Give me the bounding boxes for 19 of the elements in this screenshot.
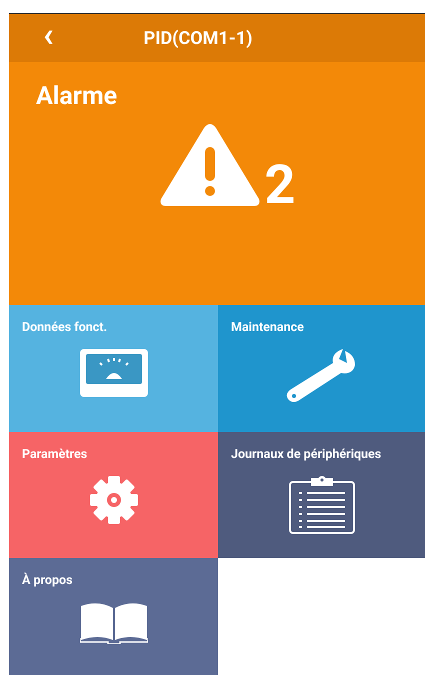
tile-label: Données fonct.: [22, 320, 108, 335]
alarm-count: 2: [264, 159, 296, 213]
menu-tile[interactable]: Données fonct.: [9, 305, 218, 432]
alarm-panel[interactable]: Alarme 2: [9, 62, 425, 305]
page-title: PID(COM1-1): [144, 28, 252, 48]
menu-tile[interactable]: Paramètres: [9, 432, 218, 558]
menu-tile[interactable]: Maintenance: [218, 305, 425, 432]
tile-label: À propos: [22, 573, 72, 588]
alarm-label: Alarme: [36, 82, 118, 111]
back-button[interactable]: ‹: [35, 18, 62, 58]
menu-tile[interactable]: Journaux de périphériques: [218, 432, 425, 558]
menu-tile[interactable]: À propos: [9, 558, 218, 675]
gauge-icon: [80, 349, 148, 397]
warning-icon: [158, 123, 260, 207]
tile-label: Paramètres: [22, 447, 88, 462]
tile-label: Maintenance: [231, 320, 304, 335]
clipboard-icon: [288, 476, 354, 534]
tile-label: Journaux de périphériques: [231, 447, 382, 462]
book-icon: [80, 602, 148, 644]
